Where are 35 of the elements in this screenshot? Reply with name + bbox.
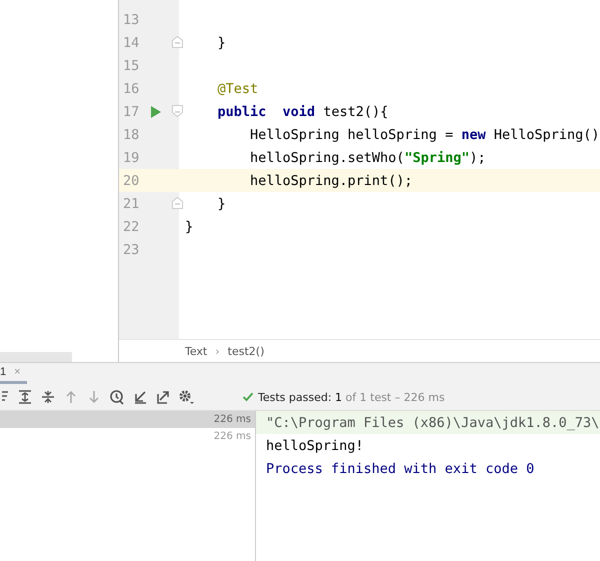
- line-number: 13: [123, 12, 140, 28]
- line-number: 22: [123, 218, 140, 234]
- code-line: @Test: [218, 80, 258, 96]
- line-number: 18: [123, 126, 140, 142]
- scrollbar[interactable]: [0, 352, 72, 362]
- code-line: }: [185, 218, 194, 234]
- line-number: 17: [123, 104, 140, 120]
- console-line: helloSpring!: [266, 436, 365, 456]
- line-number: 16: [123, 80, 140, 96]
- code-line: helloSpring.setWho("Spring");: [250, 150, 486, 166]
- breadcrumb-separator: ›: [215, 344, 220, 358]
- console-line: Process finished with exit code 0: [266, 460, 536, 478]
- test-status: Tests passed: 1 of 1 test – 226 ms: [258, 390, 445, 404]
- export-icon[interactable]: [155, 389, 171, 405]
- import-icon[interactable]: [132, 389, 148, 405]
- code-line: public void test2(){: [218, 104, 388, 120]
- breadcrumb[interactable]: test2(): [228, 344, 264, 358]
- code-line: }: [218, 34, 226, 50]
- history-icon[interactable]: [109, 389, 125, 405]
- run-icon[interactable]: [151, 106, 161, 118]
- line-number: 19: [123, 150, 140, 166]
- check-icon: [242, 391, 254, 403]
- line-number: 21: [123, 196, 140, 212]
- line-number: 15: [123, 58, 140, 74]
- test-duration[interactable]: 226 ms: [0, 411, 255, 428]
- collapse-icon[interactable]: [40, 389, 56, 405]
- code-line: helloSpring.print();: [250, 172, 413, 188]
- breadcrumb[interactable]: Text: [185, 344, 208, 358]
- line-number: 23: [123, 242, 140, 258]
- line-number: 20: [123, 172, 140, 188]
- settings-icon[interactable]: [178, 389, 194, 405]
- expand-icon[interactable]: [17, 389, 33, 405]
- code-line: }: [218, 196, 226, 212]
- line-number: 14: [123, 34, 140, 50]
- code-line: HelloSpring helloSpring = new HelloSpring(): [250, 126, 600, 142]
